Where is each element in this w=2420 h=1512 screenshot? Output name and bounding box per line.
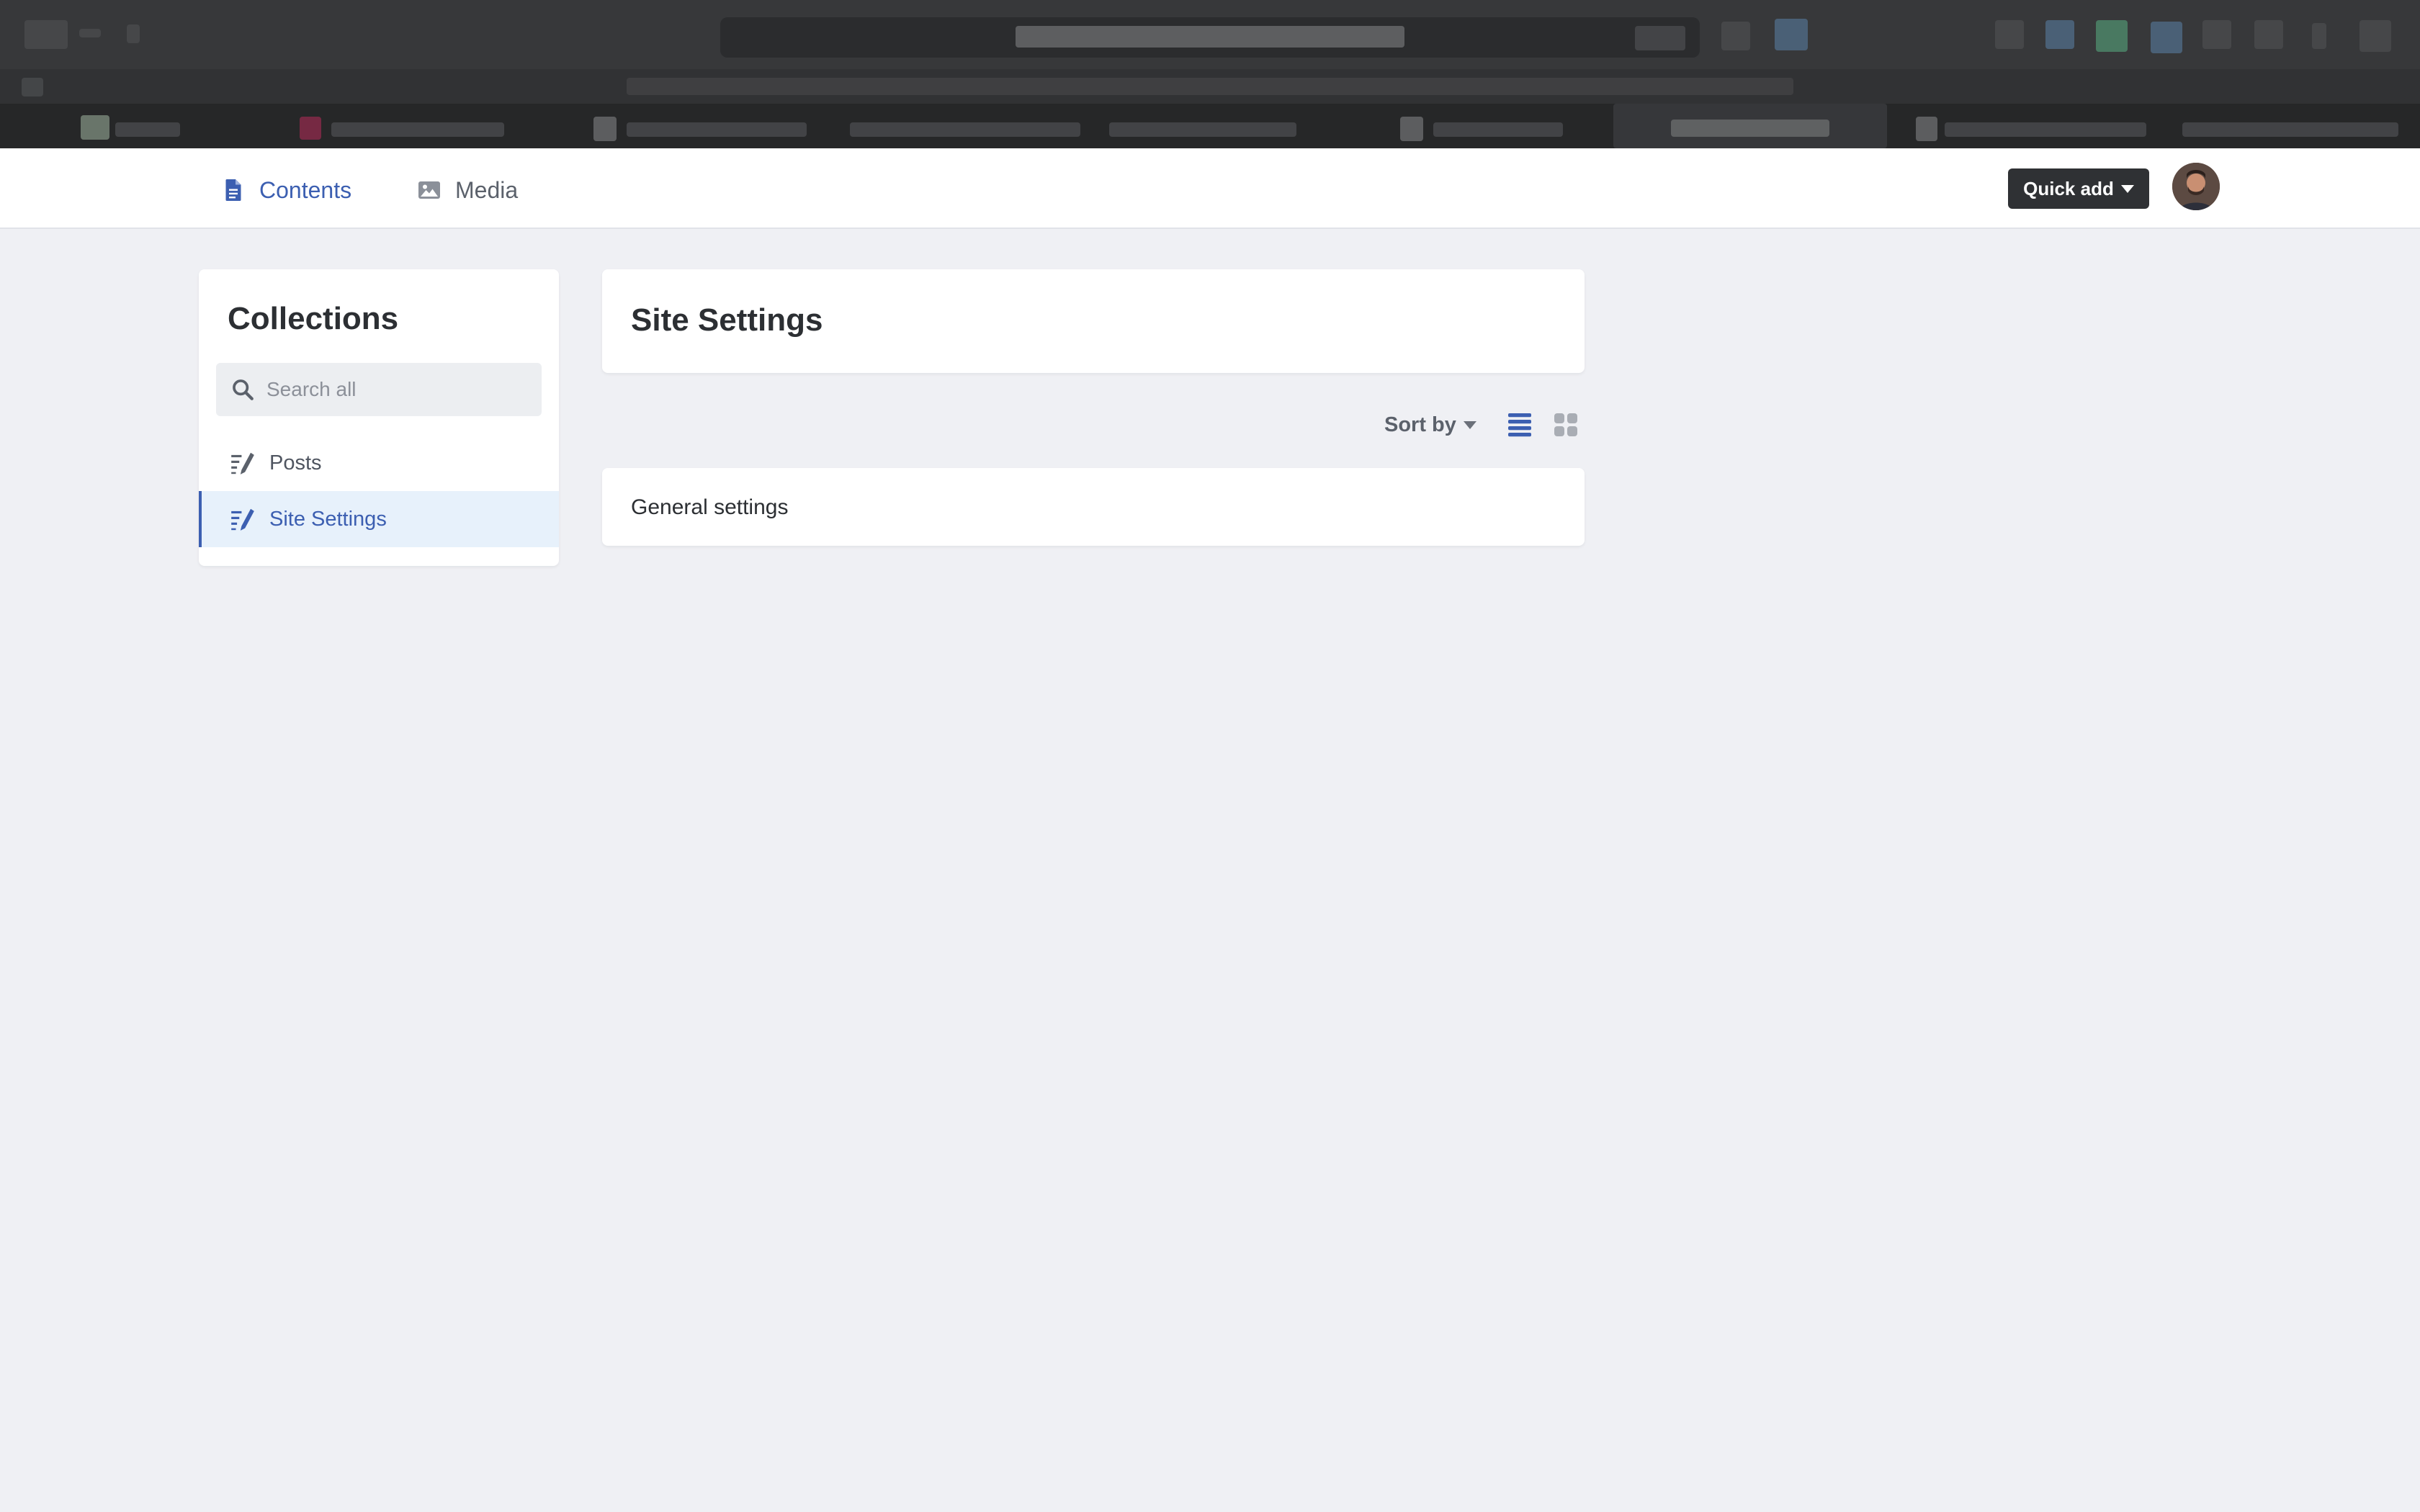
blurred-extension-icon	[2096, 20, 2128, 52]
blurred-extension-icon	[1775, 19, 1808, 50]
document-icon	[225, 179, 241, 201]
chevron-down-icon	[2120, 184, 2134, 193]
browser-tab-strip	[0, 0, 2420, 69]
list-toolbar: Sort by	[1368, 403, 1585, 446]
blurred-bookmark-icon	[81, 115, 109, 140]
page-title-card: Site Settings	[602, 269, 1585, 373]
blurred-bookmark-icon	[593, 117, 617, 141]
sort-by-dropdown[interactable]: Sort by	[1384, 413, 1476, 437]
blurred-bookmark	[2182, 122, 2398, 137]
blurred-extension-icon	[2312, 23, 2326, 49]
blurred-extension-icon	[2202, 20, 2231, 49]
browser-toolbar	[0, 69, 2420, 104]
search-input[interactable]	[266, 378, 526, 401]
blurred-bookmark	[627, 122, 807, 137]
collections-sidebar: Collections Posts Site Settings	[199, 269, 559, 566]
blurred-bookmark-icon	[1400, 117, 1423, 141]
collection-icon	[231, 508, 254, 531]
nav-contents[interactable]: Contents	[220, 174, 351, 206]
sidebar-item-label: Posts	[269, 451, 322, 474]
blurred-element	[79, 29, 101, 37]
sidebar-title: Collections	[228, 301, 399, 336]
nav-media-label: Media	[455, 176, 519, 203]
list-item[interactable]: General settings	[602, 468, 1585, 546]
search-icon	[233, 379, 254, 400]
app-header: Contents Media Quick add	[0, 148, 2420, 229]
quick-add-button[interactable]: Quick add	[2008, 168, 2149, 209]
sidebar-item-label: Site Settings	[269, 507, 387, 531]
list-view-icon[interactable]	[1505, 410, 1534, 439]
blurred-bookmark	[1109, 122, 1296, 137]
window-controls	[24, 20, 68, 49]
blurred-extension-icon	[2360, 20, 2391, 52]
blurred-element	[1635, 26, 1685, 50]
blurred-bookmark	[115, 122, 180, 137]
page-title: Site Settings	[631, 302, 823, 338]
sort-by-label: Sort by	[1384, 413, 1456, 436]
blurred-extension-icon	[2151, 22, 2182, 53]
blurred-bookmark-icon	[1916, 117, 1937, 141]
blurred-extension-icon	[2254, 20, 2283, 49]
blurred-element	[1721, 22, 1750, 50]
nav-contents-label: Contents	[259, 176, 352, 203]
blurred-bookmark	[1433, 122, 1563, 137]
browser-chrome	[0, 0, 2420, 148]
collection-icon	[231, 452, 254, 474]
bookmarks-bar	[0, 104, 2420, 148]
blurred-element	[127, 24, 140, 43]
entry-title: General settings	[631, 495, 789, 519]
user-avatar-icon	[2172, 163, 2220, 210]
blurred-bookmark	[331, 122, 504, 137]
grid-view-icon[interactable]	[1551, 410, 1580, 439]
blurred-bookmark	[1671, 120, 1829, 137]
avatar[interactable]	[2172, 163, 2220, 210]
blurred-bookmark	[850, 122, 1080, 137]
blurred-element	[22, 78, 43, 96]
search-box[interactable]	[216, 363, 542, 416]
nav-media[interactable]: Media	[416, 174, 518, 206]
quick-add-label: Quick add	[2023, 177, 2114, 199]
blurred-bookmark-icon	[300, 117, 321, 140]
sidebar-item-posts[interactable]: Posts	[199, 435, 559, 491]
chevron-down-icon	[1463, 421, 1476, 429]
image-icon	[418, 181, 440, 199]
blurred-extension-icon	[2045, 20, 2074, 49]
blurred-bookmarks	[627, 78, 1793, 95]
blurred-bookmark	[1945, 122, 2146, 137]
sidebar-item-site-settings[interactable]: Site Settings	[199, 491, 559, 547]
blurred-url	[1016, 26, 1404, 48]
blurred-extension-icon	[1995, 20, 2024, 49]
